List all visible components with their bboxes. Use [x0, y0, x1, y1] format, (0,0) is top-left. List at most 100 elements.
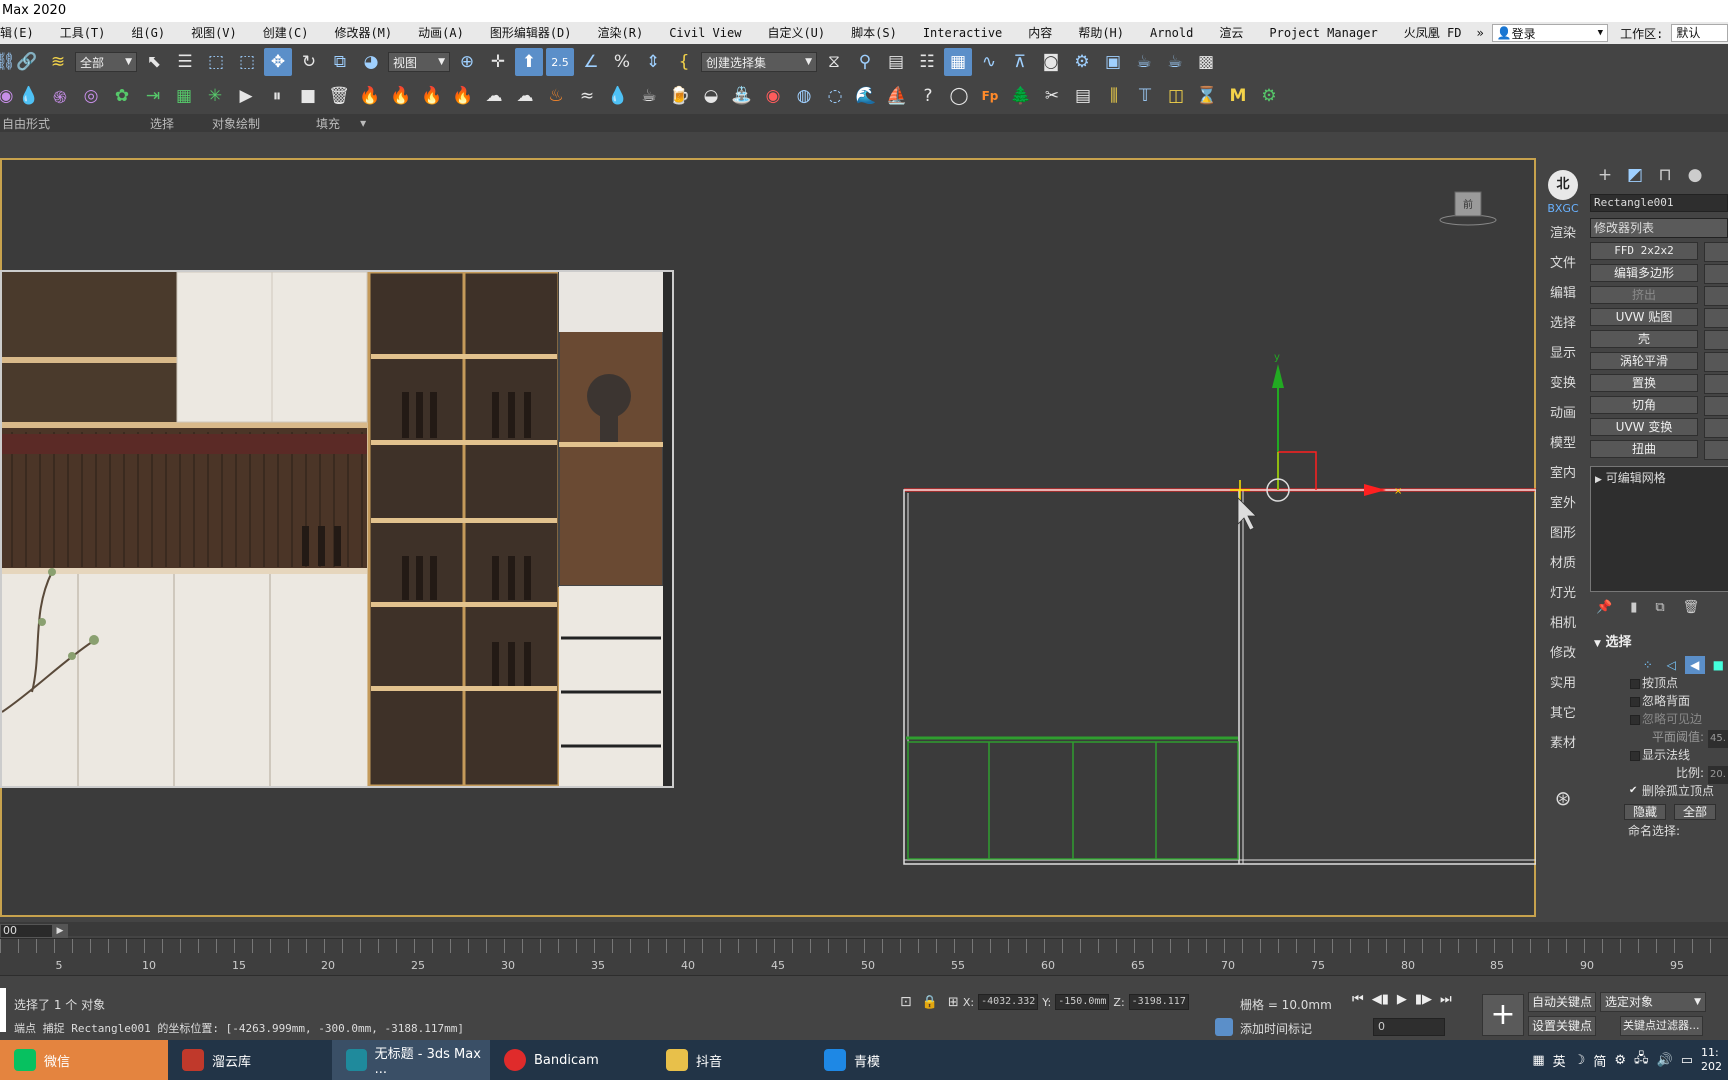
gear-green-icon[interactable]: ✿	[108, 82, 136, 110]
record-icon[interactable]: ◉	[759, 82, 787, 110]
next-frame-icon[interactable]: ▮▶	[1415, 992, 1432, 1007]
wind-icon[interactable]: ≈	[573, 82, 601, 110]
menu-scripting[interactable]: 脚本(S)	[838, 22, 910, 44]
fire-icon-1[interactable]: 🔥	[356, 82, 384, 110]
water-icon-2[interactable]: 🌊	[852, 82, 880, 110]
auto-key-button[interactable]: 自动关键点	[1528, 992, 1597, 1012]
menu-create[interactable]: 创建(C)	[250, 22, 322, 44]
spinner-snap-icon[interactable]: ⇕	[639, 48, 667, 76]
select-by-name-icon[interactable]: ☰	[171, 48, 199, 76]
pivot-center-icon[interactable]: ⊕	[453, 48, 481, 76]
by-vertex-checkbox[interactable]: 按顶点	[1588, 674, 1728, 692]
ribbon-tab-object-paint[interactable]: 对象绘制	[192, 115, 278, 132]
schematic-view-icon[interactable]: ⊼	[1006, 48, 1034, 76]
side-modify[interactable]: 修改	[1538, 639, 1588, 669]
pin-stack-icon[interactable]: 📌	[1596, 600, 1612, 615]
play-icon[interactable]: ▶	[1397, 992, 1407, 1007]
side-material[interactable]: 材质	[1538, 549, 1588, 579]
snaps-toggle-icon[interactable]: 2.5	[546, 48, 574, 76]
side-animation[interactable]: 动画	[1538, 399, 1588, 429]
move-icon[interactable]: ✥	[264, 48, 292, 76]
workspace-dropdown[interactable]: 默认	[1671, 24, 1728, 42]
prev-frame-icon[interactable]: ◀▮	[1372, 992, 1389, 1007]
modifier-extrude-button[interactable]: 挤出	[1590, 286, 1728, 306]
menu-group[interactable]: 组(G)	[118, 22, 178, 44]
window-crossing-icon[interactable]: ⬚	[233, 48, 261, 76]
side-interior[interactable]: 室内	[1538, 459, 1588, 489]
bars-icon[interactable]: ⫼	[1100, 82, 1128, 110]
side-light[interactable]: 灯光	[1538, 579, 1588, 609]
gear-icon[interactable]: ⚙	[1614, 1053, 1626, 1068]
render-production-icon[interactable]: ☕	[1130, 48, 1158, 76]
selection-rollout-header[interactable]: ▼ 选择	[1588, 631, 1728, 650]
rendered-frame-icon[interactable]: ▣	[1099, 48, 1127, 76]
wave-icon[interactable]: ◌	[821, 82, 849, 110]
modifier-shell-button[interactable]: 壳	[1590, 330, 1728, 350]
menu-modifiers[interactable]: 修改器(M)	[321, 22, 405, 44]
key-filters-button[interactable]: 关键点过滤器...	[1620, 1016, 1703, 1036]
battery-icon[interactable]: ▭	[1681, 1053, 1693, 1068]
login-dropdown[interactable]: 👤 登录 ▼	[1491, 24, 1609, 42]
modifier-twist-button[interactable]: 扭曲	[1590, 440, 1728, 460]
keyboard-shortcut-override-icon[interactable]: ⬆	[515, 48, 543, 76]
link-icon[interactable]: ⛓	[0, 48, 16, 76]
taskbar-liuyunku[interactable]: 溜云库	[168, 1040, 332, 1080]
grid-icon[interactable]: ▦	[1532, 1053, 1544, 1068]
modifier-stack[interactable]: ▶ 可编辑网格	[1590, 466, 1728, 592]
goto-start-icon[interactable]: ⏮	[1352, 992, 1364, 1007]
menu-graph-editors[interactable]: 图形编辑器(D)	[477, 22, 585, 44]
x-field[interactable]: -4032.332	[978, 994, 1039, 1010]
burst-icon[interactable]: ✳	[201, 82, 229, 110]
tools-icon[interactable]: ✂	[1038, 82, 1066, 110]
create-tab-icon[interactable]: +	[1592, 164, 1618, 186]
square-icon[interactable]: ◫	[1162, 82, 1190, 110]
motion-tab-icon[interactable]: ●	[1682, 164, 1708, 186]
curve-editor-icon[interactable]: ∿	[975, 48, 1003, 76]
menu-customize[interactable]: 自定义(U)	[754, 22, 838, 44]
reference-coord-dropdown[interactable]: 视图 ▼	[388, 52, 450, 72]
modifier-edit-poly-button[interactable]: 编辑多边形	[1590, 264, 1728, 284]
menu-arnold[interactable]: Arnold	[1137, 22, 1206, 44]
ignore-visible-edges-checkbox[interactable]: 忽略可见边	[1588, 710, 1728, 728]
moon-icon[interactable]: ☽	[1574, 1053, 1586, 1068]
sphere-icon[interactable]: ◍	[790, 82, 818, 110]
text-icon[interactable]: 𝕋	[1131, 82, 1159, 110]
modifier-turbosmooth-button[interactable]: 涡轮平滑	[1590, 352, 1728, 372]
menu-help[interactable]: 帮助(H)	[1065, 22, 1137, 44]
z-field[interactable]: -3198.117	[1128, 994, 1189, 1010]
named-selection-dropdown[interactable]: 创建选择集 ▼	[701, 52, 817, 72]
make-unique-icon[interactable]: ⧉	[1655, 600, 1664, 615]
toggle-ribbon-icon[interactable]: ▦	[944, 48, 972, 76]
pause-icon[interactable]: ⏸	[263, 82, 291, 110]
drop-icon[interactable]: 💧	[15, 82, 43, 110]
fire-icon-3[interactable]: 🔥	[418, 82, 446, 110]
flame-icon[interactable]: ♨	[542, 82, 570, 110]
object-name-field[interactable]: Rectangle001	[1590, 194, 1728, 212]
taskbar-wechat[interactable]: 微信	[0, 1040, 168, 1080]
render-iterative-icon[interactable]: ☕	[1161, 48, 1189, 76]
smoke-icon-2[interactable]: ☁	[511, 82, 539, 110]
add-time-tag[interactable]: 添加时间标记	[1240, 1020, 1312, 1037]
rotate-icon[interactable]: ↻	[295, 48, 323, 76]
network-icon[interactable]: 🖧	[1634, 1049, 1649, 1071]
unlink-icon[interactable]: 🔗	[13, 48, 41, 76]
clock[interactable]: 11: 202	[1701, 1046, 1722, 1074]
show-normals-checkbox[interactable]: 显示法线	[1588, 746, 1728, 764]
delete-isolated-checkbox[interactable]: 删除孤立顶点	[1588, 782, 1728, 800]
menu-edit[interactable]: 辑(E)	[0, 22, 47, 44]
edit-named-sets-icon[interactable]: {	[670, 48, 698, 76]
remove-modifier-icon[interactable]: 🗑	[1683, 600, 1700, 615]
set-key-button[interactable]: 设置关键点	[1528, 1016, 1597, 1036]
taskbar-bandicam[interactable]: Bandicam	[490, 1040, 652, 1080]
table-icon[interactable]: ▤	[1069, 82, 1097, 110]
selected-object-dropdown[interactable]: 选定对象 ▼	[1600, 992, 1706, 1012]
plugin-icon-1[interactable]: ◉	[0, 82, 13, 110]
ribbon-toggle[interactable]: ▾	[358, 116, 384, 130]
maxscript-indicator[interactable]	[0, 988, 6, 1032]
menu-overflow[interactable]: »	[1474, 26, 1489, 40]
side-file[interactable]: 文件	[1538, 249, 1588, 279]
menu-content[interactable]: 内容	[1015, 22, 1065, 44]
hourglass-icon[interactable]: ⌛	[1193, 82, 1221, 110]
cup-icon[interactable]: ☕	[635, 82, 663, 110]
render-setup-icon[interactable]: ⚙	[1068, 48, 1096, 76]
